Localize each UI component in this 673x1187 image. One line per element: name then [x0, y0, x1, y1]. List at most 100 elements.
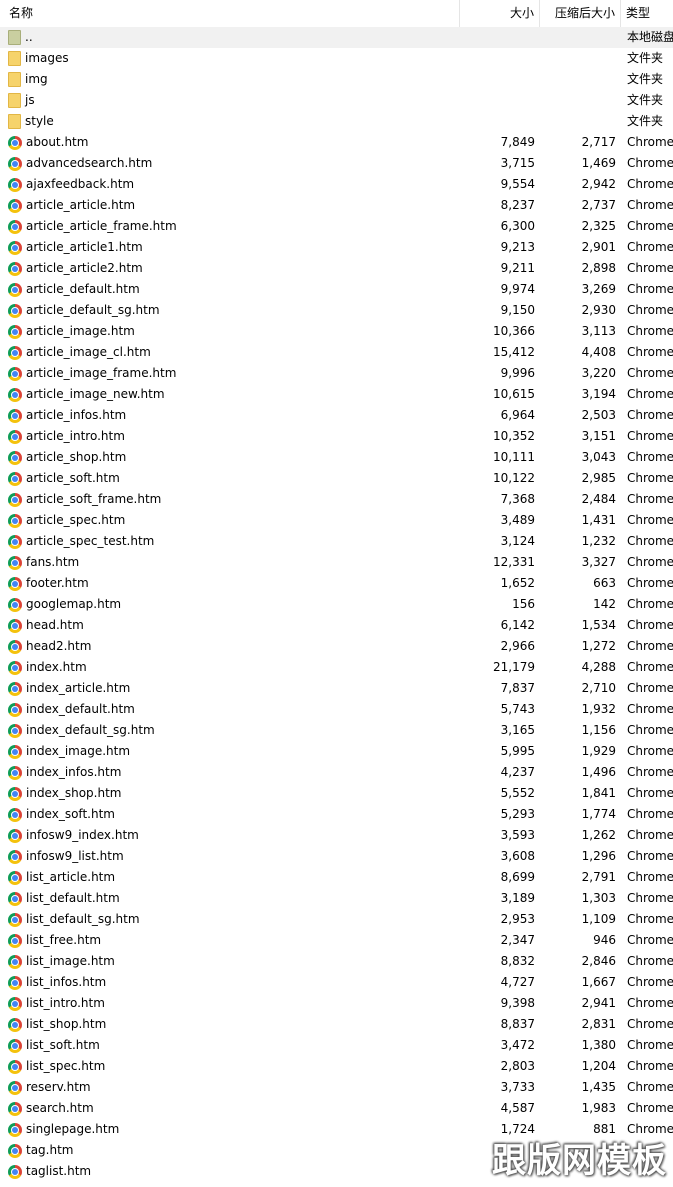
file-compressed-size: 1,534 [581, 618, 616, 632]
file-name-cell: img [0, 69, 460, 90]
column-header-name[interactable]: 名称 [0, 0, 460, 27]
file-name: list_default_sg.htm [26, 912, 140, 926]
file-row[interactable]: article_article.htm 8,237 2,737 Chrome [0, 195, 673, 216]
file-row[interactable]: article_article2.htm 9,211 2,898 Chrome [0, 258, 673, 279]
file-row[interactable]: list_intro.htm 9,398 2,941 Chrome [0, 993, 673, 1014]
file-row[interactable]: article_image_cl.htm 15,412 4,408 Chrome [0, 342, 673, 363]
file-row[interactable]: fans.htm 12,331 3,327 Chrome [0, 552, 673, 573]
file-row[interactable]: article_shop.htm 10,111 3,043 Chrome [0, 447, 673, 468]
chrome-icon [8, 492, 22, 507]
file-type: Chrome [627, 576, 673, 590]
file-row[interactable]: article_image_new.htm 10,615 3,194 Chrome [0, 384, 673, 405]
file-row[interactable]: article_article_frame.htm 6,300 2,325 Chrom… [0, 216, 673, 237]
file-row[interactable]: article_intro.htm 10,352 3,151 Chrome [0, 426, 673, 447]
file-type: Chrome [627, 933, 673, 947]
file-row[interactable]: about.htm 7,849 2,717 Chrome [0, 132, 673, 153]
file-row[interactable]: list_shop.htm 8,837 2,831 Chrome [0, 1014, 673, 1035]
file-row[interactable]: infosw9_index.htm 3,593 1,262 Chrome [0, 825, 673, 846]
file-row[interactable]: infosw9_list.htm 3,608 1,296 Chrome [0, 846, 673, 867]
file-row[interactable]: advancedsearch.htm 3,715 1,469 Chrome [0, 153, 673, 174]
file-name: index_default.htm [26, 702, 135, 716]
file-row[interactable]: ajaxfeedback.htm 9,554 2,942 Chrome [0, 174, 673, 195]
chrome-icon [8, 534, 22, 549]
column-header-bar: 名称 大小 压缩后大小 类型 [0, 0, 673, 28]
file-type: Chrome [627, 618, 673, 632]
file-type: Chrome [627, 786, 673, 800]
file-row[interactable]: index_default_sg.htm 3,165 1,156 Chrome [0, 720, 673, 741]
file-row[interactable]: list_default_sg.htm 2,953 1,109 Chrome [0, 909, 673, 930]
column-header-compressed-size[interactable]: 压缩后大小 [540, 0, 621, 27]
file-row[interactable]: article_infos.htm 6,964 2,503 Chrome [0, 405, 673, 426]
file-row[interactable]: article_article1.htm 9,213 2,901 Chrome [0, 237, 673, 258]
folder-row[interactable]: js 文件夹 [0, 90, 673, 111]
file-name: ajaxfeedback.htm [26, 177, 135, 191]
file-row[interactable]: head.htm 6,142 1,534 Chrome [0, 615, 673, 636]
file-name-cell: advancedsearch.htm [0, 153, 460, 174]
file-compressed-size: 1,667 [581, 975, 616, 989]
chrome-icon [8, 1080, 22, 1095]
chrome-icon [8, 240, 22, 255]
file-name-cell: list_default.htm [0, 888, 460, 909]
file-row[interactable]: head2.htm 2,966 1,272 Chrome [0, 636, 673, 657]
column-header-type[interactable]: 类型 [621, 0, 673, 27]
chrome-icon [8, 996, 22, 1011]
file-row[interactable]: index_infos.htm 4,237 1,496 Chrome [0, 762, 673, 783]
file-compressed-size: 3,327 [581, 555, 616, 569]
chrome-icon [8, 177, 22, 192]
file-row[interactable]: list_image.htm 8,832 2,846 Chrome [0, 951, 673, 972]
file-compressed-size [540, 90, 621, 111]
chrome-icon [8, 429, 22, 444]
chrome-icon [8, 765, 22, 780]
file-row[interactable]: list_default.htm 3,189 1,303 Chrome [0, 888, 673, 909]
file-compressed-size: 2,941 [581, 996, 616, 1010]
folder-row[interactable]: images 文件夹 [0, 48, 673, 69]
file-row[interactable]: article_spec_test.htm 3,124 1,232 Chrome [0, 531, 673, 552]
file-row[interactable]: index_shop.htm 5,552 1,841 Chrome [0, 783, 673, 804]
file-type: Chrome [627, 303, 673, 317]
file-name: list_default.htm [26, 891, 120, 905]
file-row[interactable]: index_image.htm 5,995 1,929 Chrome [0, 741, 673, 762]
file-rows: .. 本地磁盘 images 文件夹 img 文件夹 js 文件夹 style 文件夹 about.… [0, 27, 673, 1182]
file-size: 1,724 [500, 1122, 535, 1136]
file-type: Chrome [627, 177, 673, 191]
file-compressed-size: 3,113 [581, 324, 616, 338]
file-size: 3,124 [500, 534, 535, 548]
file-row[interactable]: index_article.htm 7,837 2,710 Chrome [0, 678, 673, 699]
file-row[interactable]: article_image_frame.htm 9,996 3,220 Chrome [0, 363, 673, 384]
file-row[interactable]: index_default.htm 5,743 1,932 Chrome [0, 699, 673, 720]
file-name-cell: article_shop.htm [0, 447, 460, 468]
file-size: 7,837 [500, 681, 535, 695]
file-row[interactable]: googlemap.htm 156 142 Chrome [0, 594, 673, 615]
file-row[interactable]: list_article.htm 8,699 2,791 Chrome [0, 867, 673, 888]
file-name-cell: googlemap.htm [0, 594, 460, 615]
file-row[interactable]: index_soft.htm 5,293 1,774 Chrome [0, 804, 673, 825]
file-row[interactable]: index.htm 21,179 4,288 Chrome [0, 657, 673, 678]
file-name: article_article.htm [26, 198, 136, 212]
file-row[interactable]: article_default_sg.htm 9,150 2,930 Chrome [0, 300, 673, 321]
file-row[interactable]: singlepage.htm 1,724 881 Chrome [0, 1119, 673, 1140]
file-row[interactable]: footer.htm 1,652 663 Chrome [0, 573, 673, 594]
file-type: Chrome [627, 639, 673, 653]
file-row[interactable]: article_image.htm 10,366 3,113 Chrome [0, 321, 673, 342]
file-row[interactable]: article_soft_frame.htm 7,368 2,484 Chrome [0, 489, 673, 510]
file-row[interactable]: article_spec.htm 3,489 1,431 Chrome [0, 510, 673, 531]
file-row[interactable]: list_infos.htm 4,727 1,667 Chrome [0, 972, 673, 993]
folder-row[interactable]: img 文件夹 [0, 69, 673, 90]
column-header-size[interactable]: 大小 [460, 0, 540, 27]
file-row[interactable]: article_default.htm 9,974 3,269 Chrome [0, 279, 673, 300]
file-size: 5,293 [500, 807, 535, 821]
file-row[interactable]: search.htm 4,587 1,983 Chrome [0, 1098, 673, 1119]
folder-row[interactable]: style 文件夹 [0, 111, 673, 132]
file-row[interactable]: list_free.htm 2,347 946 Chrome [0, 930, 673, 951]
chrome-icon [8, 828, 22, 843]
file-type: 文件夹 [627, 72, 664, 86]
parent-folder-row[interactable]: .. 本地磁盘 [0, 27, 673, 48]
file-row[interactable]: reserv.htm 3,733 1,435 Chrome [0, 1077, 673, 1098]
archive-file-list: 名称 大小 压缩后大小 类型 .. 本地磁盘 images 文件夹 img 文件夹 js 文件… [0, 0, 673, 1187]
file-type: Chrome [627, 828, 673, 842]
file-row[interactable]: list_soft.htm 3,472 1,380 Chrome [0, 1035, 673, 1056]
file-row[interactable]: list_spec.htm 2,803 1,204 Chrome [0, 1056, 673, 1077]
file-name: list_image.htm [26, 954, 115, 968]
file-row[interactable]: article_soft.htm 10,122 2,985 Chrome [0, 468, 673, 489]
file-name-cell: list_article.htm [0, 867, 460, 888]
